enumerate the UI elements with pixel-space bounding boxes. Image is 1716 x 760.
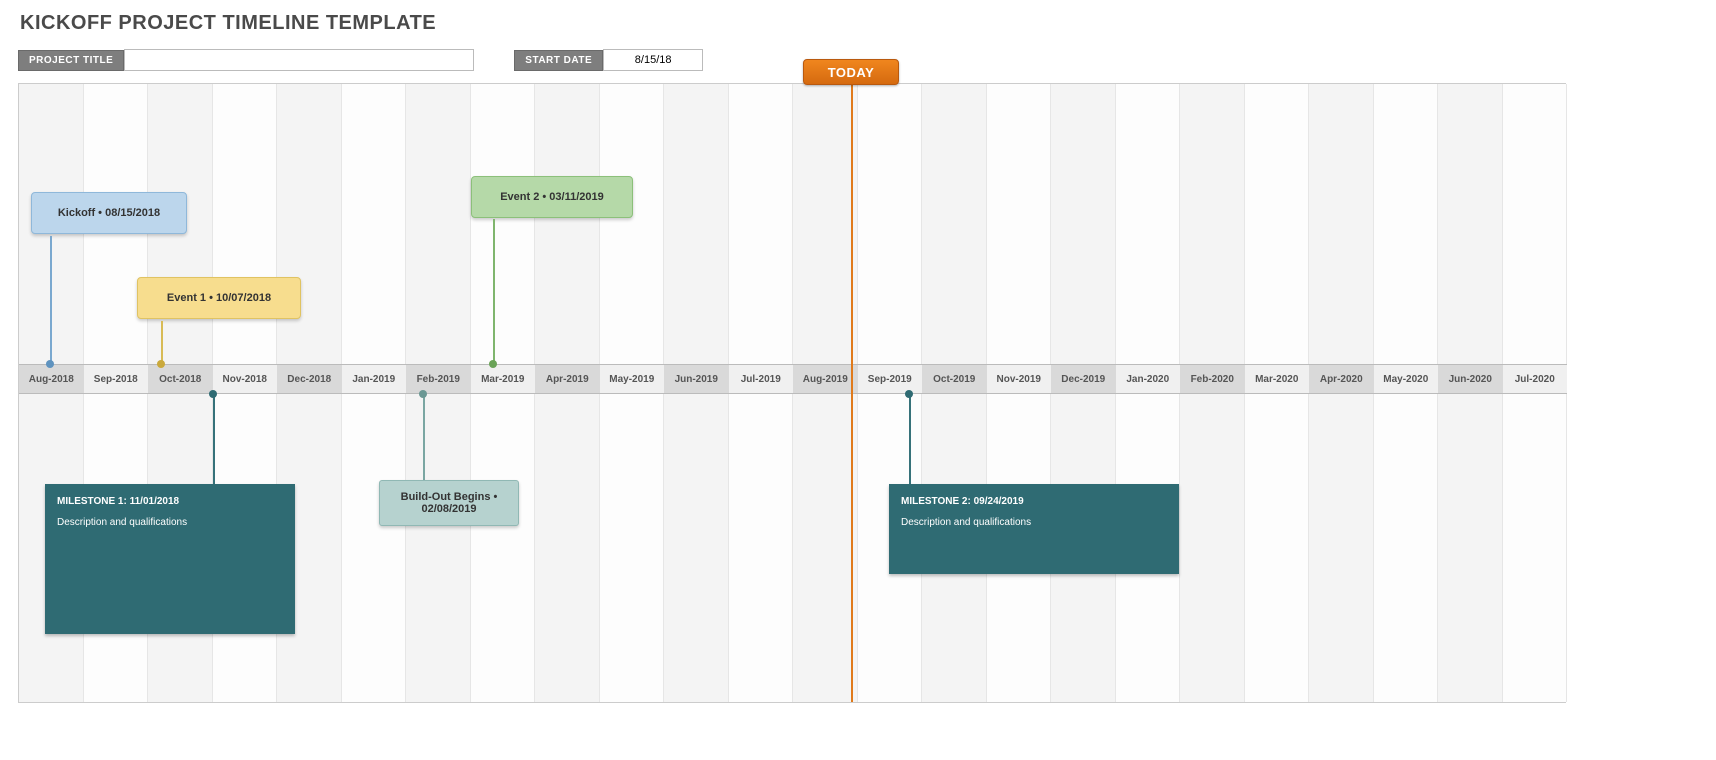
event-1-dot [157, 360, 165, 368]
month-label: May-2019 [600, 364, 665, 394]
month-label: Jun-2019 [664, 364, 729, 394]
month-label: Apr-2019 [535, 364, 600, 394]
month-label: Mar-2020 [1245, 364, 1310, 394]
event-1-stem [161, 321, 163, 364]
month-label: Apr-2020 [1309, 364, 1374, 394]
month-label: Jul-2019 [729, 364, 794, 394]
project-title-input[interactable] [124, 49, 474, 71]
event-kickoff-card[interactable]: Kickoff • 08/15/2018 [31, 192, 187, 234]
month-label: Jan-2020 [1116, 364, 1181, 394]
milestone-2-dot [905, 390, 913, 398]
milestone-2-title: MILESTONE 2: 09/24/2019 [901, 496, 1167, 507]
page-title: KICKOFF PROJECT TIMELINE TEMPLATE [20, 12, 1698, 35]
month-label: Nov-2018 [213, 364, 278, 394]
month-label: Sep-2018 [84, 364, 149, 394]
milestone-1-title: MILESTONE 1: 11/01/2018 [57, 496, 283, 507]
milestone-2-stem [909, 394, 911, 484]
month-label: May-2020 [1374, 364, 1439, 394]
event-2-card[interactable]: Event 2 • 03/11/2019 [471, 176, 633, 218]
event-2-dot [489, 360, 497, 368]
event-1-card[interactable]: Event 1 • 10/07/2018 [137, 277, 301, 319]
month-label: Dec-2018 [277, 364, 342, 394]
milestone-2-desc: Description and qualifications [901, 517, 1167, 528]
start-date-input[interactable] [603, 49, 703, 71]
month-label: Sep-2019 [858, 364, 923, 394]
month-label: Feb-2019 [406, 364, 471, 394]
buildout-card[interactable]: Build-Out Begins • 02/08/2019 [379, 480, 519, 526]
today-line [851, 84, 853, 702]
month-label: Nov-2019 [987, 364, 1052, 394]
milestone-2-card[interactable]: MILESTONE 2: 09/24/2019 Description and … [889, 484, 1179, 574]
event-2-stem [493, 219, 495, 364]
milestone-1-card[interactable]: MILESTONE 1: 11/01/2018 Description and … [45, 484, 295, 634]
today-badge: TODAY [803, 59, 899, 85]
month-label: Aug-2019 [793, 364, 858, 394]
event-kickoff-stem [50, 236, 52, 364]
month-label: Oct-2018 [148, 364, 213, 394]
month-label: Jan-2019 [342, 364, 407, 394]
buildout-dot [419, 390, 427, 398]
timeline: Aug-2018Sep-2018Oct-2018Nov-2018Dec-2018… [18, 83, 1566, 703]
milestone-1-stem [213, 394, 215, 484]
project-title-label: PROJECT TITLE [18, 50, 124, 71]
month-label: Dec-2019 [1051, 364, 1116, 394]
milestone-1-dot [209, 390, 217, 398]
buildout-stem [423, 394, 425, 480]
month-label: Jun-2020 [1438, 364, 1503, 394]
event-kickoff-dot [46, 360, 54, 368]
start-date-label: START DATE [514, 50, 603, 71]
month-label: Aug-2018 [19, 364, 84, 394]
milestone-1-desc: Description and qualifications [57, 517, 283, 528]
month-label: Oct-2019 [922, 364, 987, 394]
month-label: Feb-2020 [1180, 364, 1245, 394]
month-label: Jul-2020 [1503, 364, 1568, 394]
month-label: Mar-2019 [471, 364, 536, 394]
